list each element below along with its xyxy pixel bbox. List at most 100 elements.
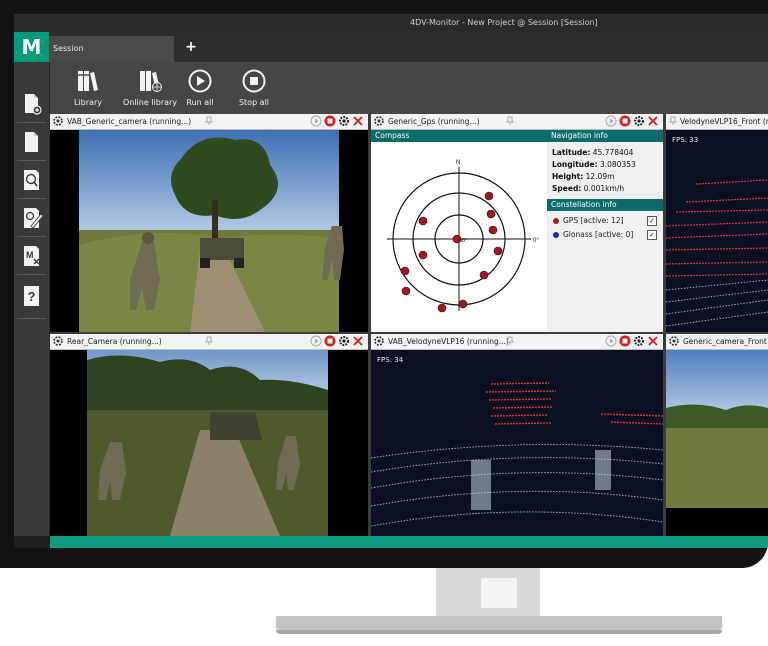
panel-generic-camera-front: Generic_camera_Front (running...): [666, 334, 768, 536]
panel-header: Rear_Camera (running...): [50, 334, 368, 350]
gps-color-dot: [553, 218, 559, 224]
panel-title: VAB_VelodyneVLP16 (running...): [388, 337, 509, 346]
lidar-point-cloud: [666, 179, 768, 327]
gear-icon[interactable]: [52, 115, 64, 127]
help-glyph: ?: [28, 289, 36, 304]
play-icon[interactable]: [605, 115, 617, 127]
stop-record-icon[interactable]: [619, 335, 631, 347]
run-all-button[interactable]: Run all: [170, 66, 230, 112]
settings-gear-icon[interactable]: [338, 335, 350, 347]
stop-record-icon[interactable]: [619, 115, 631, 127]
speed-value: 0.001km/h: [583, 184, 625, 193]
glonass-color-dot: [553, 232, 559, 238]
panel-velodyne-front: VelodyneVLP16_Front (running...) FPS: 33: [666, 114, 768, 332]
close-icon[interactable]: [352, 335, 364, 347]
gear-icon[interactable]: [373, 115, 385, 127]
pin-icon[interactable]: [204, 116, 214, 126]
close-icon[interactable]: [352, 115, 364, 127]
sidebar-open-file[interactable]: [17, 164, 46, 196]
gps-constellation-row: GPS [active: 12] ✓: [547, 214, 663, 228]
fps-counter: FPS: 34: [377, 356, 404, 364]
play-icon[interactable]: [310, 115, 322, 127]
panel-header: VAB_VelodyneVLP16 (running...): [371, 334, 663, 350]
panel-rear-camera: Rear_Camera (running...): [50, 334, 368, 536]
compass-section: Compass N 0° 90°: [371, 130, 547, 332]
camera-view: [50, 350, 368, 536]
sidebar-separator: [17, 236, 46, 237]
fps-counter: FPS: 33: [672, 136, 699, 144]
sidebar-new-document[interactable]: [17, 88, 46, 120]
pin-icon[interactable]: [204, 336, 214, 346]
stand-cable-slot: [481, 578, 517, 608]
settings-gear-icon[interactable]: [633, 115, 645, 127]
tab-session[interactable]: Session: [49, 36, 174, 62]
close-icon[interactable]: [647, 115, 659, 127]
statusbar-left: [14, 536, 50, 548]
new-document-icon: [25, 94, 42, 115]
camera-view: [50, 130, 368, 332]
run-all-label: Run all: [186, 98, 214, 107]
close-icon[interactable]: [647, 335, 659, 347]
stop-record-icon[interactable]: [324, 115, 336, 127]
stop-all-button[interactable]: Stop all: [224, 66, 284, 112]
pin-icon[interactable]: [505, 116, 515, 126]
panel-header: VAB_Generic_camera (running...): [50, 114, 368, 130]
panel-title: Rear_Camera (running...): [67, 337, 162, 346]
library-label: Library: [74, 98, 102, 107]
panel-header: VelodyneVLP16_Front (running...): [666, 114, 768, 130]
latitude-value: 45.778404: [592, 148, 634, 157]
panel-title: VelodyneVLP16_Front (running...): [680, 117, 768, 126]
gear-icon[interactable]: [668, 335, 680, 347]
glonass-constellation-row: Glonass [active: 0] ✓: [547, 228, 663, 242]
library-books-icon: [78, 71, 98, 91]
sidebar-document[interactable]: [17, 126, 46, 158]
sidebar-edit-document[interactable]: [17, 202, 46, 234]
satellite-marker: [458, 299, 468, 309]
height-value: 12.09m: [585, 172, 615, 181]
settings-gear-icon[interactable]: [338, 115, 350, 127]
stop-record-icon[interactable]: [324, 335, 336, 347]
settings-gear-icon[interactable]: [633, 335, 645, 347]
compass-east-label: 0°: [533, 238, 539, 244]
longitude-row: Longitude: 3.080353: [552, 160, 663, 169]
camera-view: [666, 350, 768, 536]
glonass-checkbox[interactable]: ✓: [647, 230, 657, 240]
panel-title: Generic_Gps (running...): [388, 117, 480, 126]
rear-camera-scene-image: [50, 350, 368, 536]
app-logo: M: [14, 32, 49, 62]
online-library-icon: [140, 71, 162, 92]
sidebar-separator: [17, 122, 46, 123]
open-file-search-icon: [24, 170, 39, 190]
gear-icon[interactable]: [373, 335, 385, 347]
compass-sky-plot: N 0° 90°: [387, 160, 539, 313]
lidar-view: FPS: 33: [666, 130, 768, 332]
gps-checkbox[interactable]: ✓: [647, 216, 657, 226]
satellite-marker: [418, 216, 428, 226]
info-section: Navigation info Latitude: 45.778404 Long…: [547, 130, 663, 332]
satellite-marker: [484, 191, 494, 201]
sidebar-separator: [17, 160, 46, 161]
library-button[interactable]: Library: [58, 66, 118, 112]
satellite-markers: [400, 191, 503, 313]
speed-label: Speed:: [552, 184, 582, 193]
gear-icon[interactable]: [52, 335, 64, 347]
play-circle-icon: [188, 69, 212, 93]
height-row: Height: 12.09m: [552, 172, 663, 181]
compass-header: Compass: [371, 130, 547, 142]
satellite-marker: [401, 286, 411, 296]
satellite-marker: [452, 234, 462, 244]
document-icon: [25, 132, 38, 152]
panel-title: Generic_camera_Front (running...): [683, 337, 768, 346]
constellation-info-header: Constellation info: [547, 199, 663, 211]
sidebar-close-document[interactable]: M: [17, 240, 46, 272]
pin-icon[interactable]: [505, 336, 515, 346]
sidebar-help[interactable]: ?: [17, 280, 46, 312]
play-icon[interactable]: [605, 335, 617, 347]
longitude-label: Longitude:: [552, 160, 598, 169]
glonass-constellation-label: Glonass [active: 0]: [563, 230, 634, 239]
play-icon[interactable]: [310, 335, 322, 347]
sidebar-separator: [17, 274, 46, 275]
satellite-marker: [418, 250, 428, 260]
pin-icon[interactable]: [668, 116, 678, 126]
add-tab-button[interactable]: +: [183, 38, 199, 56]
